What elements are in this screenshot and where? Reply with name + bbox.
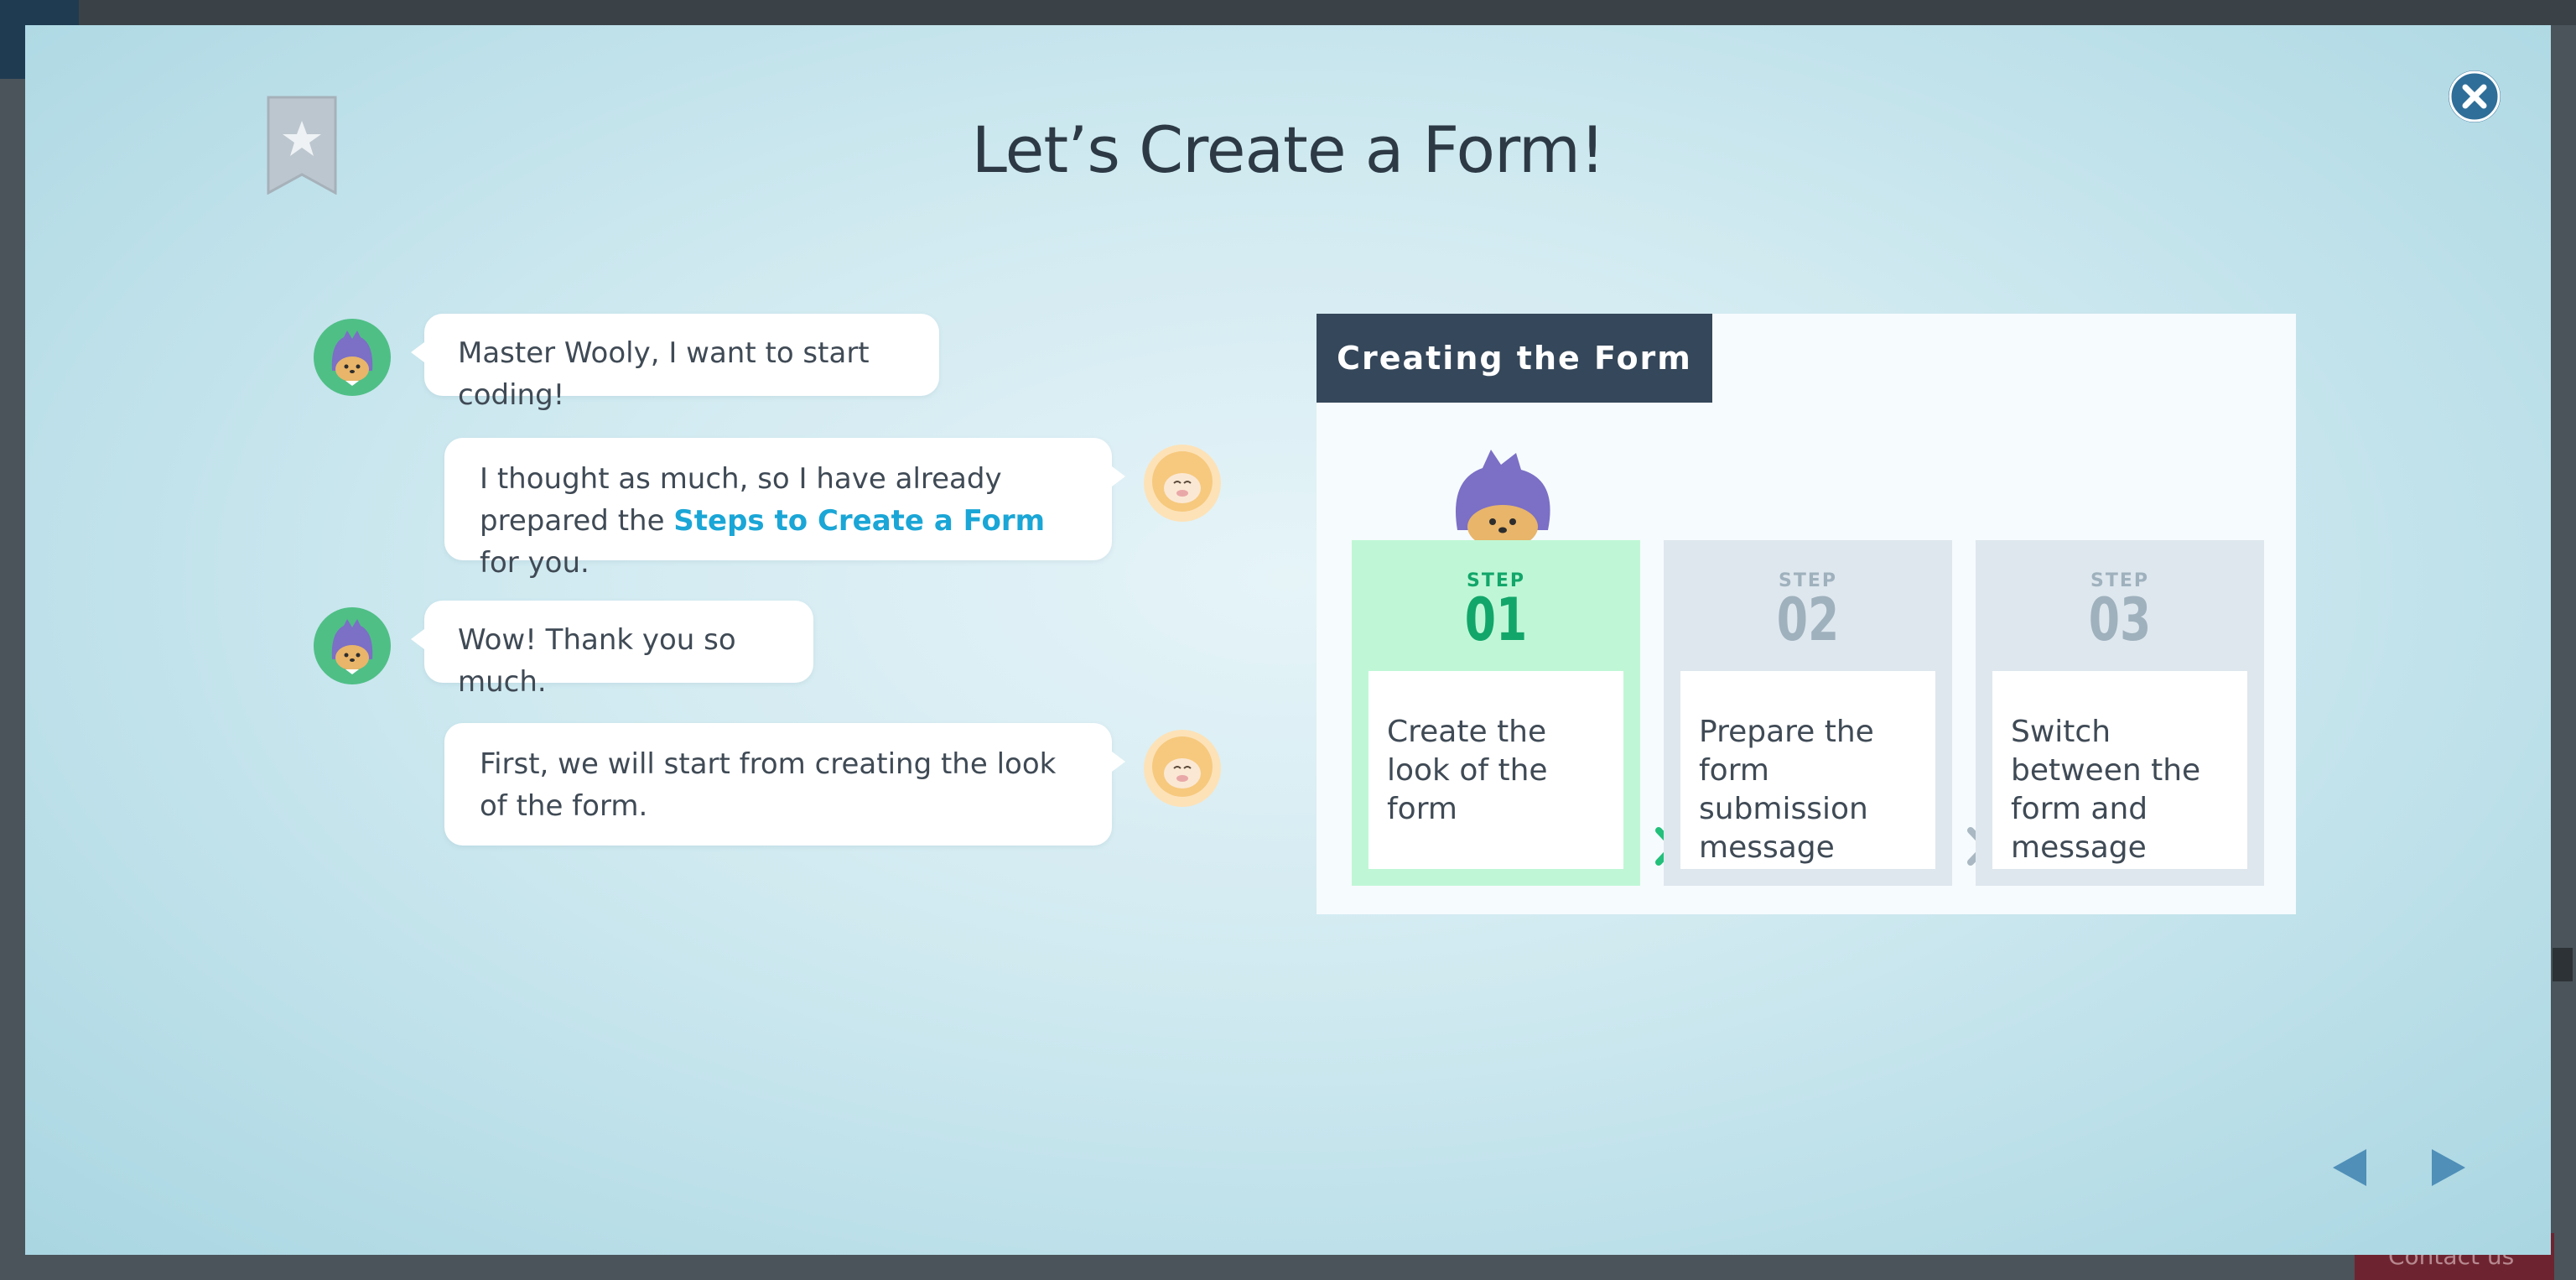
step-card-2[interactable]: STEP 02 Prepare the form submission mess… — [1664, 540, 1952, 886]
chat-bubble-2: I thought as much, so I have already pre… — [444, 438, 1125, 580]
step-card-3[interactable]: STEP 03 Switch between the form and mess… — [1976, 540, 2264, 886]
chat-text: for you. — [480, 546, 589, 580]
chat-text: Master Wooly, I want to start coding! — [458, 336, 870, 412]
tutorial-modal: Let’s Create a Form! Master Wooly, I wan… — [25, 25, 2551, 1255]
background-topbar — [0, 0, 2576, 25]
steps-link[interactable]: Steps to Create a Form — [673, 504, 1045, 538]
page-title: Let’s Create a Form! — [971, 112, 1606, 187]
triangle-left-icon — [2333, 1149, 2366, 1186]
chat-bubble-1: Master Wooly, I want to start coding! — [411, 314, 939, 412]
panel-header: Creating the Form — [1317, 314, 1712, 403]
step-description: Create the look of the form — [1368, 671, 1623, 869]
student-avatar — [314, 607, 391, 684]
background-scrollbar — [2553, 948, 2573, 981]
chat-bubble-3: Wow! Thank you so much. — [411, 601, 813, 699]
step-number: 01 — [1464, 585, 1528, 654]
master-avatar — [1144, 730, 1221, 807]
steps-panel: Creating the Form STEP 01 Create the loo… — [1317, 314, 2296, 914]
step-description: Switch between the form and message — [1992, 671, 2247, 869]
step-number: 02 — [1776, 585, 1840, 654]
chat-text: First, we will start from creating the l… — [480, 747, 1057, 823]
step-card-1[interactable]: STEP 01 Create the look of the form — [1352, 540, 1640, 886]
triangle-right-icon — [2432, 1149, 2465, 1186]
mascot-illustration — [1441, 446, 1566, 555]
student-avatar — [314, 319, 391, 396]
chat-bubble-4: First, we will start from creating the l… — [444, 723, 1125, 846]
step-description: Prepare the form submission message — [1680, 671, 1935, 869]
chat-text: Wow! Thank you so much. — [458, 623, 736, 699]
previous-button[interactable] — [2326, 1144, 2373, 1191]
master-avatar — [1144, 445, 1221, 522]
step-number: 03 — [2088, 585, 2152, 654]
next-button[interactable] — [2425, 1144, 2472, 1191]
